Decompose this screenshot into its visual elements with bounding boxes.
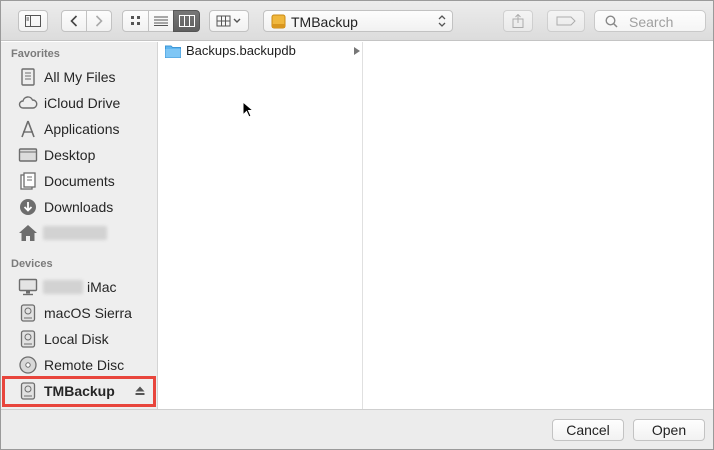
sidebar-item-label: iCloud Drive [44,95,121,111]
sidebar-item-label: Downloads [44,199,114,215]
toolbar: TMBackup Search [1,1,713,41]
disk-icon [20,330,36,348]
search-field[interactable]: Search [594,10,706,32]
sidebar-item-local-disk[interactable]: Local Disk [1,327,157,351]
column-view-button[interactable] [173,10,200,32]
list-item[interactable]: Backups.backupdb [159,42,362,62]
sidebar-item-desktop[interactable]: Desktop [1,143,157,167]
chevron-left-icon [70,15,78,27]
documents-icon [20,172,36,190]
disclosure-arrow-icon [354,47,360,55]
sidebar-icon [25,15,41,27]
sidebar: Favorites All My Files iCloud Drive Appl… [1,42,158,409]
devices-header: Devices [11,258,53,270]
mouse-cursor-icon [242,101,254,118]
sidebar-item-label: Desktop [44,147,96,163]
browser-column-1: Backups.backupdb [159,42,363,409]
columns-icon [178,15,195,27]
forward-button[interactable] [86,10,112,32]
chevron-right-icon [95,15,103,27]
dialog-footer: Cancel Open [1,409,713,449]
disk-icon [20,304,36,322]
sidebar-item-imac[interactable]: iMac [1,275,157,299]
location-popup[interactable]: TMBackup [263,10,453,32]
list-icon [154,16,168,26]
sidebar-item-remote-disc[interactable]: Remote Disc [1,353,157,377]
sidebar-item-home[interactable] [1,221,157,245]
arrange-menu-button[interactable] [209,10,249,32]
sidebar-item-all-my-files[interactable]: All My Files [1,65,157,89]
sidebar-item-label: Local Disk [44,331,109,347]
icon-grid-icon [130,16,140,25]
selection-highlight-box [2,376,156,407]
open-dialog-window: TMBackup Search Favorites All My Files i… [0,0,714,450]
folder-icon [165,45,181,58]
item-name: Backups.backupdb [186,43,296,58]
redacted-computer-name [43,280,83,294]
open-button[interactable]: Open [633,419,705,441]
drive-icon [271,14,286,29]
list-view-button[interactable] [148,10,174,32]
downloads-icon [20,199,36,215]
imac-icon [18,278,38,296]
location-label: TMBackup [291,14,358,30]
redacted-username [43,226,107,240]
share-icon [512,14,524,28]
optical-disc-icon [19,356,37,374]
share-button[interactable] [503,10,533,32]
sidebar-item-icloud-drive[interactable]: iCloud Drive [1,91,157,115]
search-icon [605,15,618,28]
sidebar-toggle-button[interactable] [18,10,48,32]
arrange-grid-icon [216,15,241,27]
sidebar-item-label: All My Files [44,69,116,85]
sidebar-item-label: Remote Disc [44,357,125,373]
favorites-header: Favorites [11,48,60,60]
cancel-button[interactable]: Cancel [552,419,624,441]
sidebar-item-macos-sierra[interactable]: macOS Sierra [1,301,157,325]
sidebar-item-label: macOS Sierra [44,305,132,321]
desktop-icon [18,148,38,162]
tags-button[interactable] [547,10,585,32]
back-button[interactable] [61,10,87,32]
home-icon [19,225,37,241]
all-files-icon [21,68,35,86]
popup-arrows-icon [438,15,446,27]
sidebar-item-applications[interactable]: Applications [1,117,157,141]
icon-view-button[interactable] [122,10,149,32]
applications-icon [21,120,35,138]
sidebar-item-downloads[interactable]: Downloads [1,195,157,219]
sidebar-item-label: Applications [44,121,120,137]
sidebar-item-label: iMac [87,279,117,295]
cloud-icon [18,96,38,109]
search-placeholder: Search [629,14,674,30]
tag-icon [556,16,576,26]
sidebar-item-label: Documents [44,173,115,189]
sidebar-item-documents[interactable]: Documents [1,169,157,193]
